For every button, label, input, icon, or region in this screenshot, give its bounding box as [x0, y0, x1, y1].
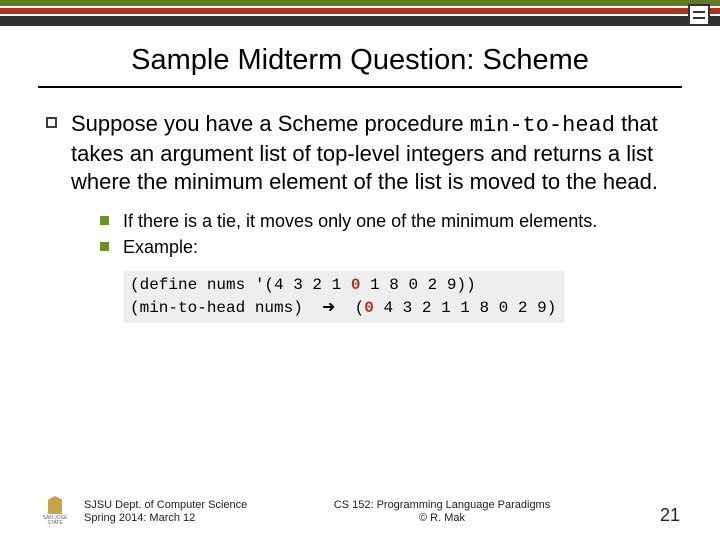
code-text: 1 8 0 2 9)) [360, 276, 475, 294]
slide: Sample Midterm Question: Scheme Suppose … [0, 0, 720, 540]
slide-footer: SAN JOSE STATE SJSU Dept. of Computer Sc… [0, 496, 720, 526]
square-bullet-icon [100, 216, 109, 225]
bullet-level2: If there is a tie, it moves only one of … [100, 210, 674, 233]
inline-code: min-to-head [470, 113, 615, 138]
arrow-icon: ➜ [322, 299, 335, 316]
slide-title: Sample Midterm Question: Scheme [0, 44, 720, 85]
footer-dept: SJSU Dept. of Computer Science [84, 499, 264, 513]
bullet-level2: Example: [100, 236, 674, 259]
slide-body: Suppose you have a Scheme procedure min-… [46, 110, 674, 323]
highlight-zero: 0 [364, 299, 374, 317]
footer-date: Spring 2014: March 12 [84, 512, 264, 526]
text-fragment: Suppose you have a Scheme procedure [71, 111, 470, 136]
title-underline [38, 86, 682, 88]
logo-caption: SAN JOSE STATE [40, 516, 70, 526]
square-bullet-icon [100, 242, 109, 251]
sub-bullets: If there is a tie, it moves only one of … [100, 210, 674, 259]
footer-author: © R. Mak [264, 512, 620, 526]
sjsu-logo-icon: SAN JOSE STATE [40, 496, 70, 526]
page-number: 21 [620, 505, 680, 526]
footer-center: CS 152: Programming Language Paradigms ©… [264, 499, 620, 527]
code-text: (min-to-head nums) [130, 299, 322, 317]
code-block: (define nums '(4 3 2 1 0 1 8 0 2 9)) (mi… [124, 271, 564, 323]
bullet-text: Suppose you have a Scheme procedure min-… [71, 110, 674, 196]
code-text: ( [335, 299, 364, 317]
bullet-text: Example: [123, 236, 198, 259]
code-text: (define nums '(4 3 2 1 [130, 276, 351, 294]
highlight-zero: 0 [351, 276, 361, 294]
code-text: 4 3 2 1 1 8 0 2 9) [374, 299, 556, 317]
bullet-level1: Suppose you have a Scheme procedure min-… [46, 110, 674, 196]
footer-left: SJSU Dept. of Computer Science Spring 20… [84, 499, 264, 527]
corner-logo-icon [688, 4, 710, 26]
bullet-text: If there is a tie, it moves only one of … [123, 210, 597, 233]
footer-course: CS 152: Programming Language Paradigms [264, 499, 620, 513]
decorative-stripes [0, 0, 720, 26]
square-bullet-icon [46, 117, 57, 128]
